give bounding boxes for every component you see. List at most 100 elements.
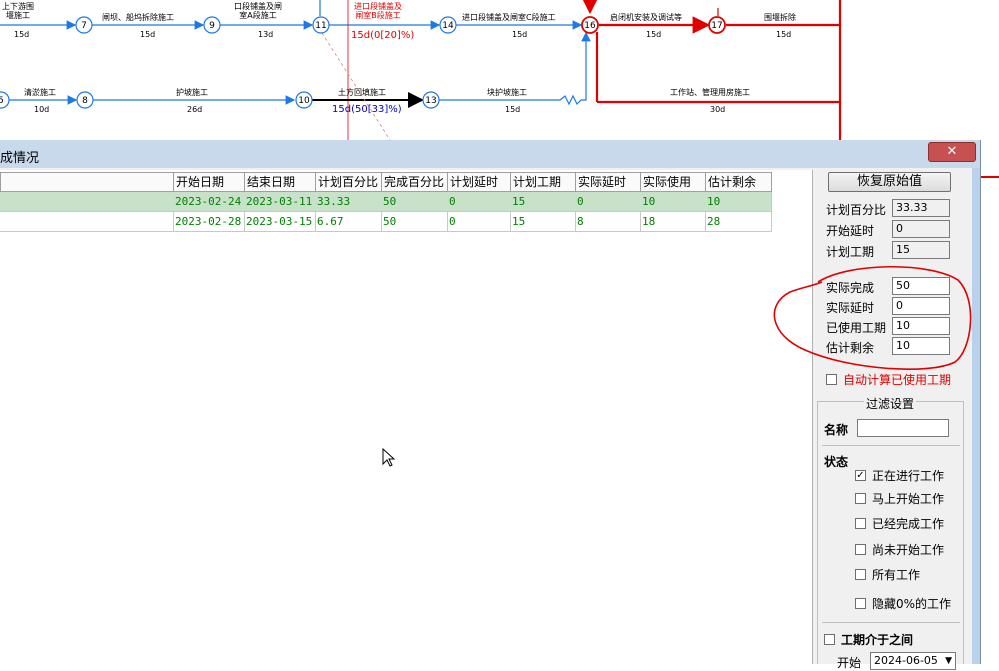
table-cell: 8 xyxy=(575,212,641,232)
period-label: 工期介于之间 xyxy=(841,633,914,647)
background-strip xyxy=(981,140,999,664)
activity-label: 进口段铺盖及闸室C段施工 xyxy=(462,13,556,22)
column-header[interactable]: 估计剩余 xyxy=(705,172,772,192)
progress-dialog: 成情况 ✕ 开始日期 结束日期 计划百分比 完成百分比 计划延时 计划工期 实际… xyxy=(0,140,981,670)
table-cell: 0 xyxy=(447,192,511,212)
table-cell: 33.33 xyxy=(315,192,382,212)
table-cell: 0 xyxy=(575,192,641,212)
svg-text:10: 10 xyxy=(298,96,310,106)
remaining-label: 估计剩余 xyxy=(826,341,875,355)
status-option-label: 尚未开始工作 xyxy=(872,543,945,557)
status-option-label: 马上开始工作 xyxy=(872,492,945,506)
column-header-name[interactable] xyxy=(0,172,174,192)
activity-duration: 15d xyxy=(776,30,792,39)
svg-text:7: 7 xyxy=(81,21,87,31)
task-table[interactable]: 开始日期 结束日期 计划百分比 完成百分比 计划延时 计划工期 实际延时 实际使… xyxy=(0,170,813,664)
status-checkbox-all[interactable] xyxy=(855,569,866,580)
svg-text:16: 16 xyxy=(584,21,596,31)
status-checkbox-in-progress[interactable]: ✓ xyxy=(855,470,866,481)
activity-duration: 13d xyxy=(258,30,274,39)
table-cell: 10 xyxy=(705,192,772,212)
actual-complete-label: 实际完成 xyxy=(826,281,875,295)
column-header[interactable]: 计划工期 xyxy=(510,172,576,192)
table-cell: 2023-03-11 xyxy=(244,192,316,212)
column-header[interactable]: 计划延时 xyxy=(447,172,511,192)
activity-label: 进口段铺盖及 闸室B段施工 xyxy=(354,2,402,20)
svg-text:13: 13 xyxy=(425,96,436,106)
restore-button[interactable]: 恢复原始值 xyxy=(828,172,951,192)
dialog-title: 成情况 xyxy=(0,151,40,166)
table-cell: 0 xyxy=(447,212,511,232)
activity-duration: 15d(50[33]%) xyxy=(332,104,402,115)
activity-duration: 30d xyxy=(710,105,726,114)
column-header[interactable]: 完成百分比 xyxy=(381,172,448,192)
column-header[interactable]: 实际使用 xyxy=(640,172,706,192)
used-duration-label: 已使用工期 xyxy=(826,321,887,335)
remaining-input[interactable]: 10 xyxy=(892,337,950,355)
table-cell: 50 xyxy=(381,192,448,212)
activity-label: 上下游围 堰施工 xyxy=(2,2,34,20)
svg-text:5: 5 xyxy=(0,96,4,106)
network-diagram: 7 9 11 14 16 17 5 8 10 13 上下游围 堰施工 15d 闸坝、船坞拆除施工… xyxy=(0,0,999,140)
plan-duration-label: 计划工期 xyxy=(826,245,875,259)
start-date-value: 2024-06-05 xyxy=(874,654,938,667)
table-cell: 15 xyxy=(510,192,576,212)
activity-duration: 15d xyxy=(140,30,156,39)
dialog-titlebar[interactable]: 成情况 ✕ xyxy=(0,140,980,168)
auto-calc-checkbox[interactable] xyxy=(826,374,837,385)
plan-duration-field: 15 xyxy=(892,241,950,259)
svg-text:8: 8 xyxy=(82,96,88,106)
name-input[interactable] xyxy=(857,419,949,437)
activity-duration: 15d xyxy=(14,30,30,39)
check-icon: ✓ xyxy=(856,470,865,481)
actual-delay-input[interactable]: 0 xyxy=(892,297,950,315)
dialog-client: 开始日期 结束日期 计划百分比 完成百分比 计划延时 计划工期 实际延时 实际使… xyxy=(0,168,972,670)
status-option-label: 隐藏0%的工作 xyxy=(872,597,952,611)
table-cell: 6.67 xyxy=(315,212,382,232)
activity-duration: 10d xyxy=(34,105,50,114)
status-option-label: 所有工作 xyxy=(872,568,921,582)
activity-label: 围堰拆除 xyxy=(764,13,796,22)
activity-label: 工作站、管理用房施工 xyxy=(670,88,750,97)
svg-text:9: 9 xyxy=(209,21,215,31)
column-header[interactable]: 实际延时 xyxy=(575,172,641,192)
activity-duration: 15d(0[20]%) xyxy=(351,30,415,41)
status-option-label: 正在进行工作 xyxy=(872,469,945,483)
plan-percent-label: 计划百分比 xyxy=(826,203,887,217)
table-cell: 2023-02-24 xyxy=(173,192,245,212)
filter-group xyxy=(817,401,964,664)
table-cell: 10 xyxy=(640,192,706,212)
used-duration-input[interactable]: 10 xyxy=(892,317,950,335)
column-header[interactable]: 计划百分比 xyxy=(315,172,382,192)
name-label: 名称 xyxy=(824,423,849,437)
period-checkbox[interactable] xyxy=(824,634,835,645)
status-checkbox-completed[interactable] xyxy=(855,518,866,529)
table-cell: 28 xyxy=(705,212,772,232)
svg-text:14: 14 xyxy=(442,21,454,31)
status-checkbox-hide-zero[interactable] xyxy=(855,598,866,609)
activity-label: 护坡施工 xyxy=(176,88,208,97)
close-button[interactable]: ✕ xyxy=(928,142,976,162)
svg-text:17: 17 xyxy=(711,21,722,31)
svg-text:11: 11 xyxy=(315,21,326,31)
status-label: 状态 xyxy=(824,455,849,469)
start-date-picker[interactable]: 2024-06-05 ▼ xyxy=(870,652,956,670)
column-header[interactable]: 开始日期 xyxy=(173,172,245,192)
table-cell: 50 xyxy=(381,212,448,232)
chevron-down-icon[interactable]: ▼ xyxy=(945,653,952,669)
activity-duration: 15d xyxy=(505,105,521,114)
column-header[interactable]: 结束日期 xyxy=(244,172,316,192)
mouse-cursor-icon xyxy=(382,448,396,467)
table-cell: 15 xyxy=(510,212,576,232)
status-checkbox-not-started[interactable] xyxy=(855,544,866,555)
activity-label: 口段铺盖及闸 室A段施工 xyxy=(234,2,282,20)
status-checkbox-starting[interactable] xyxy=(855,493,866,504)
activity-duration: 15d xyxy=(646,30,662,39)
auto-calc-label: 自动计算已使用工期 xyxy=(843,373,952,387)
plan-percent-field: 33.33 xyxy=(892,199,950,217)
activity-label: 块护坡施工 xyxy=(487,88,527,97)
activity-label: 闸坝、船坞拆除施工 xyxy=(102,13,174,22)
start-date-label: 开始 xyxy=(837,656,862,670)
actual-complete-input[interactable]: 50 xyxy=(892,277,950,295)
start-delay-field: 0 xyxy=(892,220,950,238)
